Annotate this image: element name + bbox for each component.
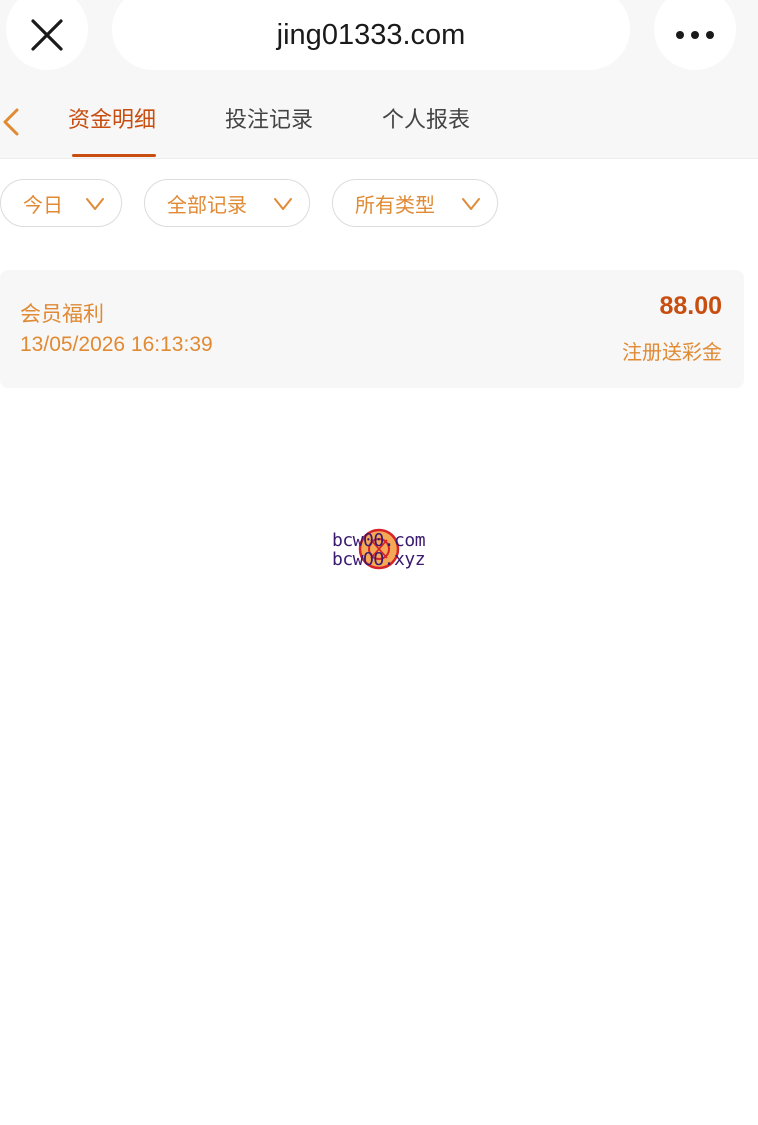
tab-bet-records[interactable]: 投注记录 <box>225 104 313 138</box>
record-title: 会员福利 <box>20 302 104 326</box>
filter-type-label: 所有类型 <box>355 192 435 217</box>
fund-record-card[interactable]: 会员福利 13/05/2026 16:13:39 88.00 注册送彩金 <box>0 270 744 388</box>
filter-date[interactable]: 今日 <box>0 179 122 227</box>
url-bar[interactable]: jing01333.com <box>112 0 630 70</box>
filter-record-scope-label: 全部记录 <box>167 192 247 217</box>
close-button[interactable] <box>6 0 88 70</box>
tab-bar: 资金明细 投注记录 个人报表 <box>0 84 758 159</box>
record-amount: 88.00 <box>659 292 722 320</box>
record-description: 注册送彩金 <box>622 340 722 364</box>
active-tab-indicator <box>72 154 156 157</box>
chevron-left-icon <box>3 108 19 136</box>
chevron-down-icon <box>86 198 104 210</box>
more-icon <box>676 31 714 39</box>
tab-fund-details[interactable]: 资金明细 <box>68 104 156 138</box>
browser-top-bar: jing01333.com <box>0 0 758 84</box>
chevron-down-icon <box>462 198 480 210</box>
filter-type[interactable]: 所有类型 <box>332 179 498 227</box>
record-time: 13/05/2026 16:13:39 <box>20 333 213 356</box>
more-button[interactable] <box>654 0 736 70</box>
back-button[interactable] <box>0 104 30 140</box>
watermark-line-1: bcw00.com <box>332 530 426 551</box>
watermark-line-2: bcwOO.xyz <box>332 549 426 570</box>
filter-date-label: 今日 <box>23 192 63 217</box>
watermark: bcw00.com bcwOO.xyz <box>330 528 440 572</box>
close-icon <box>31 19 63 51</box>
url-text: jing01333.com <box>276 18 466 51</box>
tab-personal-report[interactable]: 个人报表 <box>382 104 470 138</box>
filter-record-scope[interactable]: 全部记录 <box>144 179 310 227</box>
chevron-down-icon <box>274 198 292 210</box>
